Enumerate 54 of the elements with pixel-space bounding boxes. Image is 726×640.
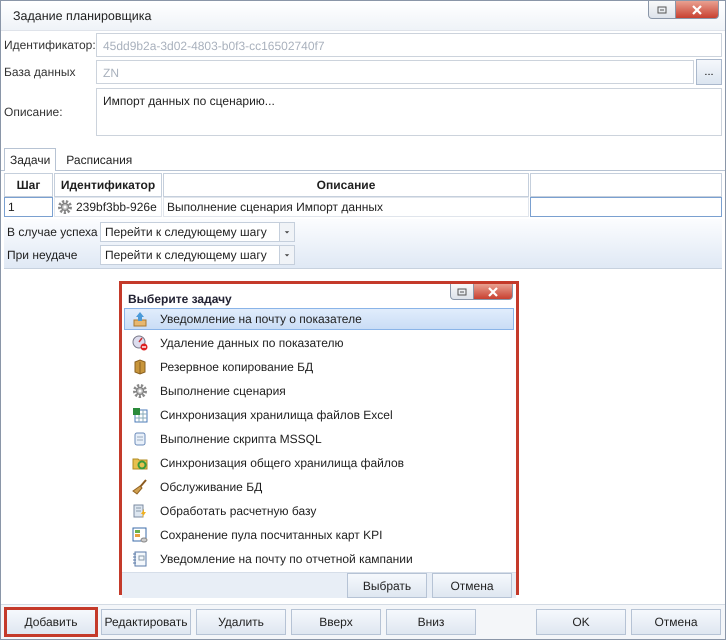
restore-button[interactable] (648, 1, 676, 19)
tab[interactable]: Задачи (4, 148, 56, 171)
task-item[interactable]: Синхронизация хранилища файлов Excel (124, 404, 514, 426)
column-header: Идентификатор (54, 173, 162, 197)
action-button[interactable]: Удалить (196, 609, 286, 635)
broom-icon (132, 479, 148, 495)
spreadsheet-icon (132, 407, 148, 423)
action-button[interactable]: Отмена (631, 609, 721, 635)
task-item[interactable]: Сохранение пула посчитанных карт KPI (124, 524, 514, 546)
restore-button[interactable] (450, 284, 474, 300)
task-item[interactable]: Уведомление на почту о показателе (124, 308, 514, 330)
task-item[interactable]: Обработать расчетную базу (124, 500, 514, 522)
field-label: Идентификатор: (4, 38, 94, 52)
action-button[interactable]: Редактировать (101, 609, 191, 635)
table-icon (132, 527, 148, 543)
task-item[interactable]: Выполнение сценария (124, 380, 514, 402)
dialog-title: Выберите задачу (127, 291, 232, 306)
action-button[interactable]: Вниз (386, 609, 476, 635)
action-button[interactable]: Добавить (6, 609, 96, 635)
window-title: Задание планировщика (12, 8, 152, 23)
upload-icon (132, 311, 148, 327)
scroll-icon (132, 431, 148, 447)
gauge-icon (132, 335, 148, 351)
table-cell: 1 (4, 197, 53, 217)
column-header: Описание (163, 173, 529, 197)
task-item[interactable]: Уведомление на почту по отчетной кампании (124, 548, 514, 570)
dialog-button[interactable]: Отмена (432, 573, 512, 598)
task-item[interactable]: Синхронизация общего хранилища файлов (124, 452, 514, 474)
task-item[interactable]: Выполнение скрипта MSSQL (124, 428, 514, 450)
dialog-button[interactable]: Выбрать (347, 573, 427, 598)
box-icon (132, 359, 148, 375)
close-button[interactable] (474, 284, 513, 300)
action-button[interactable]: Вверх (291, 609, 381, 635)
dropdown[interactable]: Перейти к следующему шагу (100, 245, 295, 265)
document-icon (132, 503, 148, 519)
table-cell: Выполнение сценария Импорт данных (163, 197, 529, 217)
table-cell: 239bf3bb-926e (54, 197, 162, 217)
action-label: В случае успеха (6, 225, 99, 239)
tab[interactable]: Расписания (60, 148, 138, 170)
action-button[interactable]: OK (536, 609, 626, 635)
table-cell[interactable] (530, 197, 722, 217)
close-button[interactable] (676, 1, 719, 19)
task-item[interactable]: Удаление данных по показателю (124, 332, 514, 354)
notebook-icon (132, 551, 148, 567)
task-item[interactable]: Резервное копирование БД (124, 356, 514, 378)
gear-icon (57, 199, 73, 215)
task-item[interactable]: Обслуживание БД (124, 476, 514, 498)
field-label: Описание: (4, 105, 64, 119)
column-header: Шаг (4, 173, 53, 197)
gear-icon (132, 383, 148, 399)
action-label: При неудаче (6, 248, 78, 262)
description-field[interactable]: Импорт данных по сценарию... (96, 88, 722, 136)
field-label: База данных (4, 65, 76, 79)
dropdown[interactable]: Перейти к следующему шагу (100, 222, 295, 242)
